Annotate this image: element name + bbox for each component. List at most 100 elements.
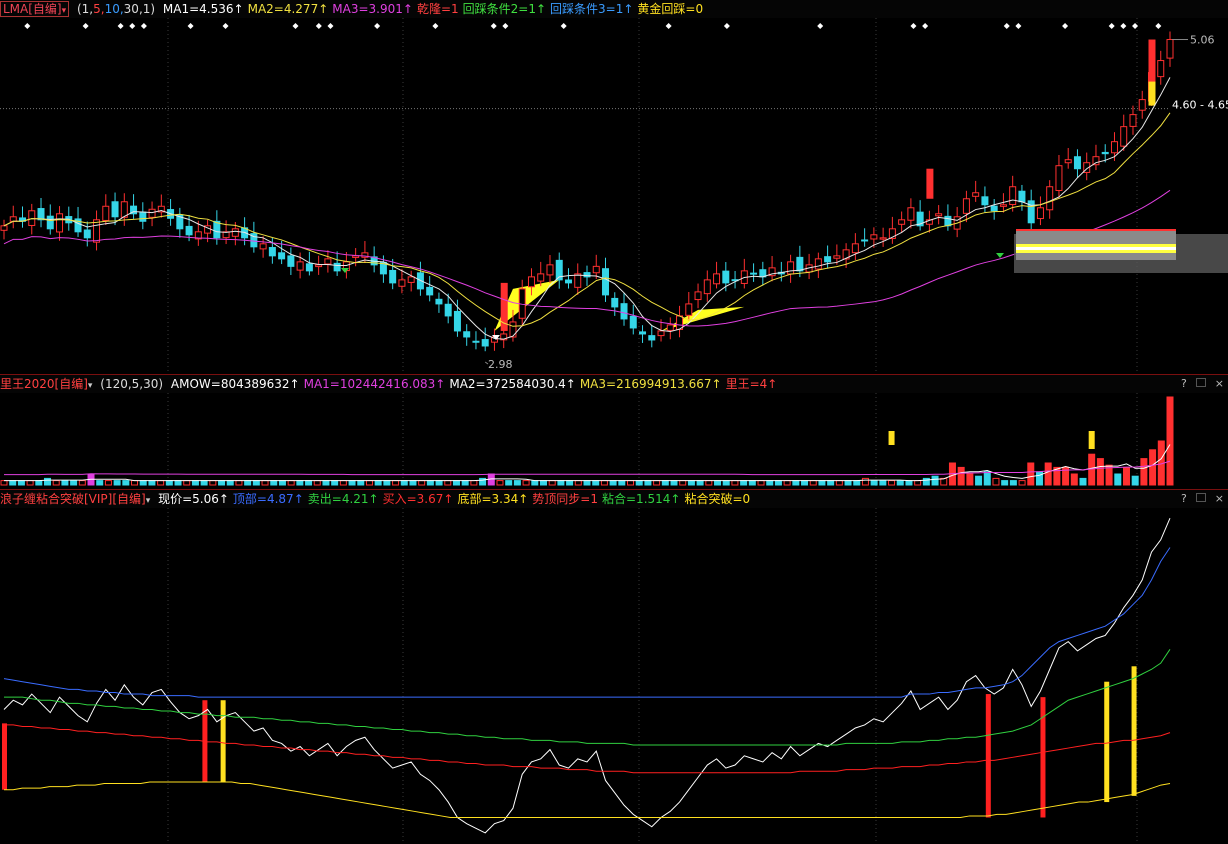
candle-body [722,270,730,284]
volume-signal-marker [888,431,895,445]
indicator-value: 回踩条件2=1↑ [462,2,547,16]
candle-body [629,315,637,329]
panel-controls: ? × [1181,490,1224,508]
volume-bar [896,480,904,486]
signal-diamond [432,23,439,29]
candle-body [564,279,572,284]
indicator-value: 卖出=4.21↑ [307,492,379,506]
signal-diamond [1062,23,1069,29]
chevron-down-icon: ▾ [61,6,67,16]
candle-body [278,252,286,260]
volume-bar [165,480,173,486]
signal-bar [1040,697,1046,818]
candle-body [861,239,869,242]
param-5: 1) [142,2,156,16]
candle-body [639,331,647,335]
volume-bar [992,477,1000,486]
oscillator-chart[interactable] [0,508,1228,844]
volume-bar [687,480,695,486]
volume-bar [218,480,226,486]
candle-body [851,243,859,254]
volume-bar [1027,462,1035,486]
signal-diamond [129,23,136,29]
volume-bar [722,480,730,486]
candle-body [305,263,313,272]
candle-body [824,256,832,263]
candle-body [324,258,332,265]
candle-body [972,192,980,197]
candle-body [389,269,397,284]
candle-body [833,255,841,259]
volume-bar [801,480,809,486]
volume-bar [183,480,191,486]
high-price-label: 5.06 [1190,34,1215,47]
volume-bar [1096,458,1104,486]
candle-body [546,264,554,276]
candle-body [287,255,295,267]
volume-bar [731,480,739,486]
close-icon[interactable]: × [1215,377,1224,390]
candle-body [0,225,8,231]
oscillator-panel: 浪子缠粘合突破[VIP][自编]▾ 现价=5.06↑ 顶部=4.87↑ 卖出=4.2… [0,490,1228,844]
signal-diamond [560,23,567,29]
volume-bar [139,480,147,486]
candle-body [398,279,406,287]
volume-bar [305,480,313,486]
signal-diamond [1155,23,1162,29]
candle-body [1101,151,1109,155]
volume-bar [270,480,278,486]
series-line [4,781,1171,818]
signal-bar [220,700,226,782]
volume-bar [365,480,373,486]
indicator-value: MA2=372584030.4↑ [449,377,576,391]
candle-body [944,215,952,227]
volume-bar [888,480,896,486]
candle-body [527,276,535,288]
indicator-value: MA1=4.536↑ [162,2,244,16]
volume-params: (120,5,30) [100,377,164,391]
volume-header: 里王2020[自编]▾ (120,5,30) AMOW=804389632↑ MA… [0,375,1228,393]
restore-icon[interactable] [1196,493,1207,502]
volume-bar [583,480,591,486]
candle-body [213,220,221,239]
volume-indicator-name[interactable]: 里王2020[自编] [0,377,88,391]
volume-bar [774,480,782,486]
candle-body [713,273,721,285]
candle-body [814,258,822,270]
candle-body [444,303,452,317]
volume-bar [157,480,165,486]
volume-bar [835,480,843,486]
candle-body [509,321,517,338]
signal-bar [2,723,7,790]
volume-bar [418,480,426,486]
volume-chart[interactable] [0,393,1228,489]
candle-body [139,211,147,222]
candle-body [787,261,795,275]
param-3: 10, [104,2,124,16]
candle-body [685,303,693,316]
volume-bar [296,480,304,486]
volume-bar [96,480,104,486]
help-icon[interactable]: ? [1181,492,1187,505]
volume-bar [679,480,687,486]
volume-bar [444,480,452,486]
close-icon[interactable]: × [1215,492,1224,505]
param-2: 5, [93,2,105,16]
indicator-selector[interactable]: LMA[自编]▾ [0,1,70,17]
volume-bar [818,480,826,486]
indicator-value: 乾隆=1 [416,2,459,16]
volume-bar [174,480,182,486]
restore-icon[interactable] [1196,378,1207,387]
oscillator-indicator-name[interactable]: 浪子缠粘合突破[VIP][自编] [0,492,146,506]
volume-bar [966,473,974,486]
help-icon[interactable]: ? [1181,377,1187,390]
volume-bar [209,480,217,486]
indicator-value: MA1=102442416.083↑ [303,377,446,391]
signal-diamond [140,23,147,29]
candlestick-chart[interactable]: 5.06 2.98 4.60 - 4.65 [0,18,1228,374]
candle-body [1110,141,1118,154]
signal-diamond [1120,23,1127,29]
volume-bar [557,480,565,486]
indicator-value: 现价=5.06↑ [158,492,229,506]
volume-bar [670,480,678,486]
